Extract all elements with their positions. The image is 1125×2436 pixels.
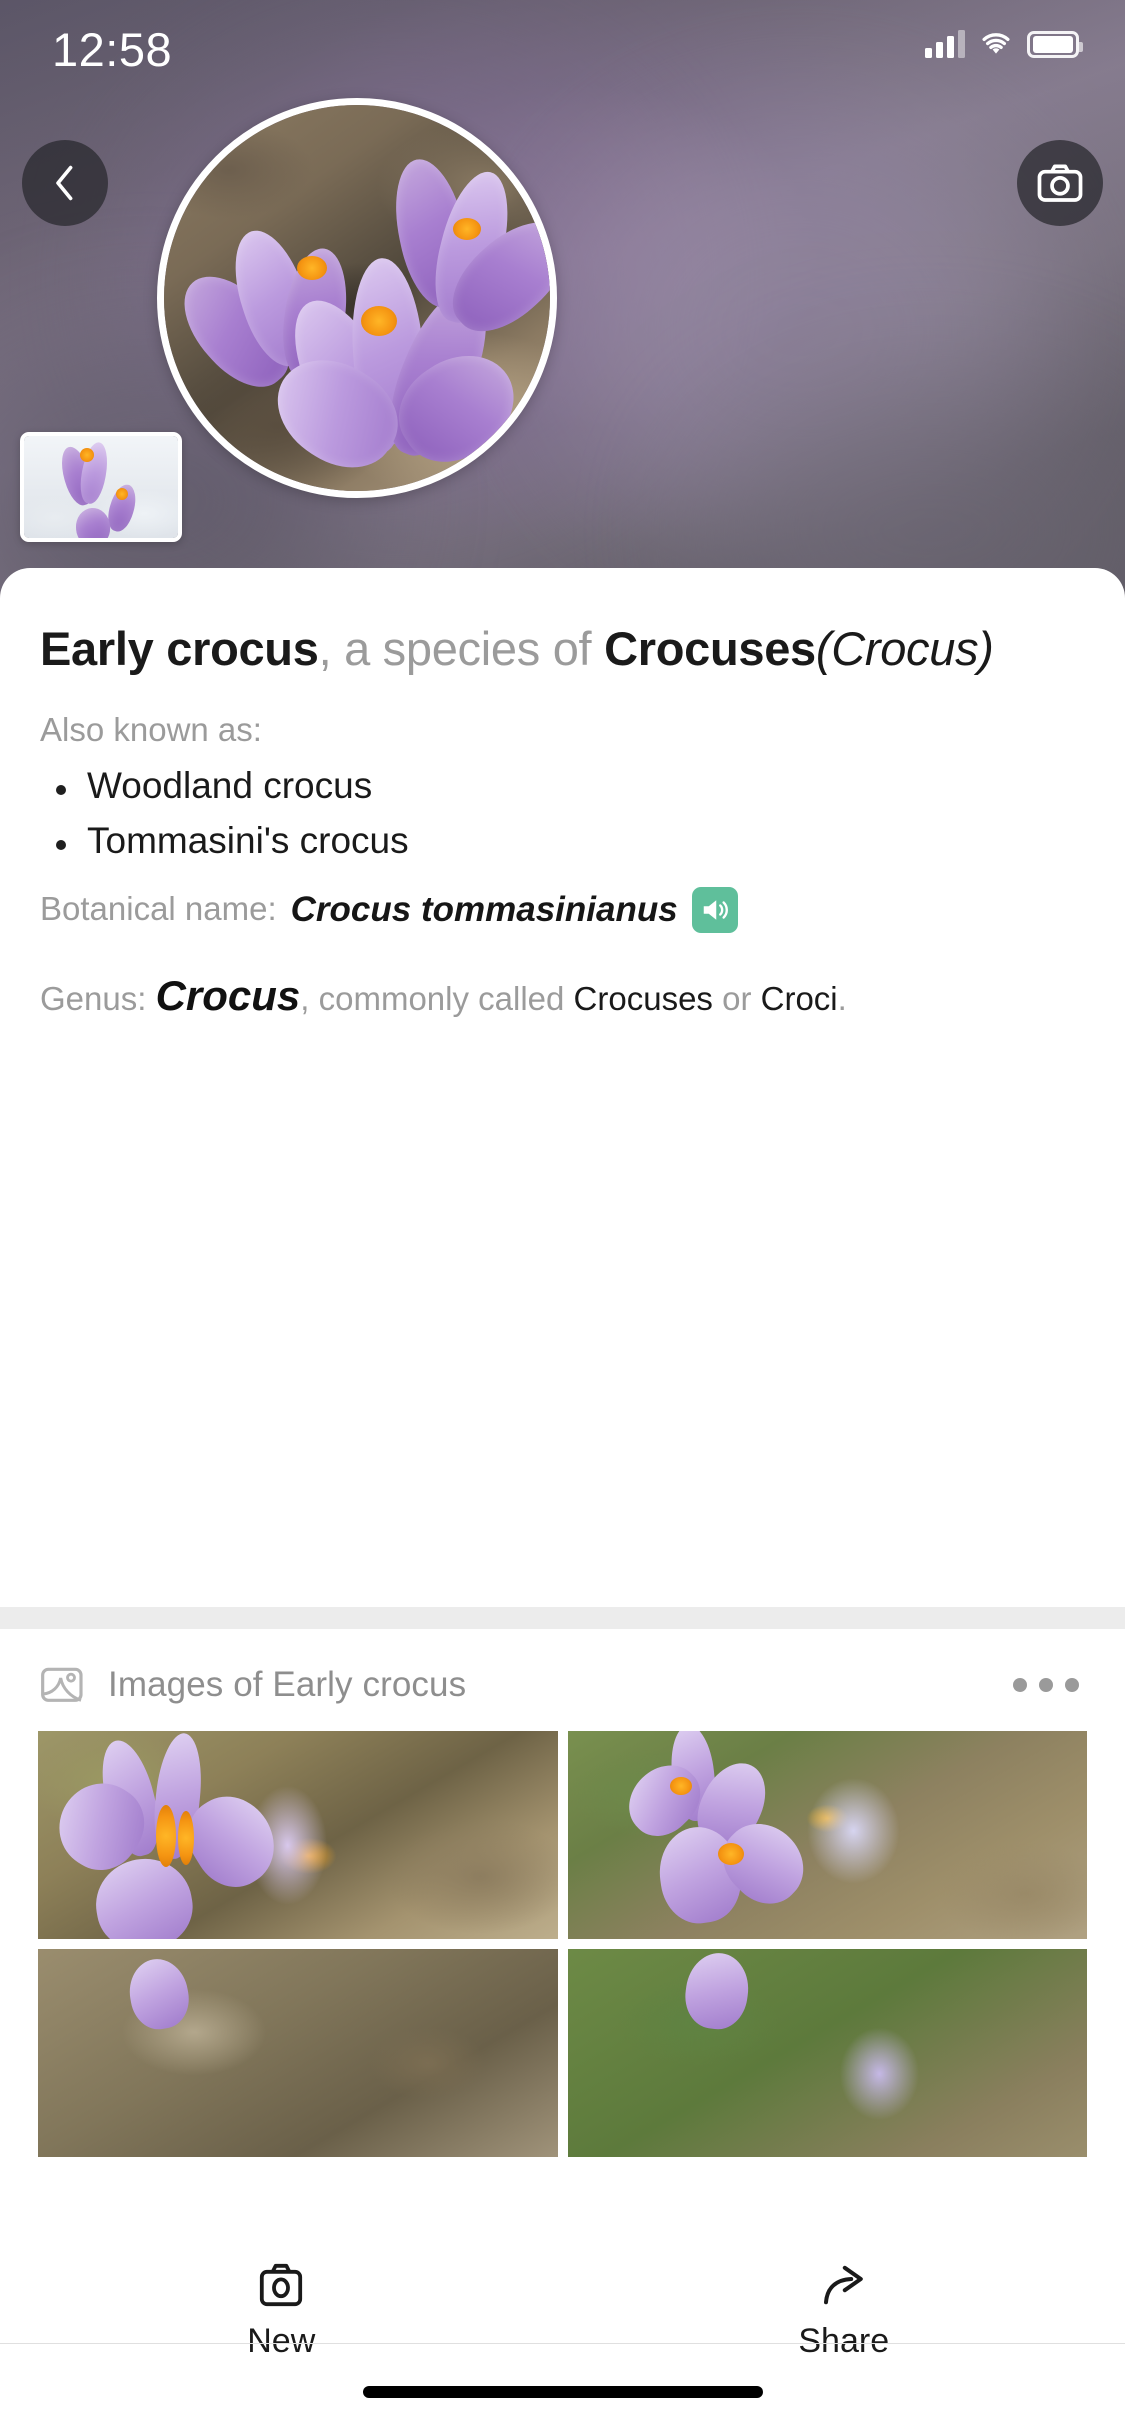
list-item: Tommasini's crocus <box>40 818 1085 865</box>
pronunciation-audio-button[interactable] <box>691 886 738 933</box>
stigma <box>453 218 481 240</box>
genus-common-1: Crocuses <box>573 979 713 1017</box>
petal <box>74 506 112 538</box>
camera-icon <box>260 2263 303 2307</box>
section-divider <box>0 1607 1125 1629</box>
back-button[interactable] <box>22 140 108 226</box>
identified-plant-photo[interactable] <box>157 98 557 498</box>
stigma <box>669 1777 692 1795</box>
crocus-image-4[interactable] <box>567 1949 1087 2157</box>
plant-common-name: Early crocus <box>40 622 319 675</box>
stigma <box>80 448 94 462</box>
stigma <box>297 256 327 280</box>
share-button[interactable]: Share <box>704 2262 984 2361</box>
list-item: Woodland crocus <box>40 763 1085 810</box>
stigma <box>717 1843 744 1865</box>
toolbar-divider <box>0 2343 1125 2344</box>
petal <box>680 1949 753 2033</box>
thumbnail-photo-content <box>24 436 178 538</box>
signal-bars-icon <box>925 30 965 58</box>
reference-thumbnail[interactable] <box>20 432 182 542</box>
status-bar: 12:58 <box>0 0 1125 110</box>
stigma <box>116 488 128 500</box>
genus-name: Crocus <box>155 971 301 1019</box>
crocus-image-2[interactable] <box>567 1731 1087 1939</box>
stigma <box>361 306 397 336</box>
camera-icon <box>1037 164 1083 202</box>
genus-common-2: Croci <box>760 979 838 1017</box>
image-placeholder-icon <box>41 1667 83 1702</box>
new-photo-label: New <box>247 2322 316 2360</box>
more-horizontal-icon[interactable] <box>1007 1668 1085 1702</box>
also-known-as-label: Also known as: <box>40 711 262 749</box>
speaker-volume-icon <box>703 900 728 920</box>
botanical-name-value: Crocus tommasinianus <box>290 890 678 930</box>
petal <box>124 1954 194 2034</box>
title-connector: , a species of <box>318 622 592 675</box>
camera-capture-button[interactable] <box>1017 140 1103 226</box>
genus-connector: , commonly called <box>300 979 574 1017</box>
page-title: Early crocus, a species of Crocuses(Croc… <box>40 620 1085 678</box>
stigma <box>156 1805 176 1867</box>
wifi-icon <box>982 33 1010 54</box>
status-bar-indicators <box>925 30 1083 58</box>
crocus-image-3[interactable] <box>38 1949 558 2157</box>
battery-full-icon <box>1027 30 1083 58</box>
share-arrow-icon <box>823 2265 863 2305</box>
home-indicator <box>362 2386 763 2398</box>
plant-info-card: Early crocus, a species of Crocuses(Croc… <box>0 568 1125 1028</box>
new-photo-button[interactable]: New <box>141 2262 421 2361</box>
images-grid <box>0 1731 1125 2157</box>
chevron-left-icon <box>56 165 73 201</box>
toolbar-actions: New Share <box>0 2254 1125 2434</box>
genus-scientific-name: (Crocus) <box>815 622 994 675</box>
botanical-name-row: Botanical name: Crocus tommasinianus <box>40 886 1085 933</box>
also-known-as-list: Woodland crocus Tommasini's crocus <box>40 763 1085 865</box>
images-section-header: Images of Early crocus <box>0 1629 1125 1705</box>
genus-or: or <box>712 979 761 1017</box>
genus-period: . <box>837 979 847 1017</box>
botanical-name-label: Botanical name: <box>40 890 277 928</box>
genus-description: Genus: Crocus, commonly called Crocuses … <box>40 963 1085 1028</box>
status-bar-time: 12:58 <box>52 23 173 76</box>
genus-common-name: Crocuses <box>604 622 816 675</box>
hero-photo-content <box>164 105 550 491</box>
genus-label: Genus: <box>40 979 147 1017</box>
share-label: Share <box>798 2322 890 2360</box>
crocus-image-1[interactable] <box>38 1731 558 1939</box>
images-section: Images of Early crocus <box>0 1629 1125 2343</box>
images-section-title: Images of Early crocus <box>108 1665 467 1704</box>
stigma <box>178 1811 194 1865</box>
